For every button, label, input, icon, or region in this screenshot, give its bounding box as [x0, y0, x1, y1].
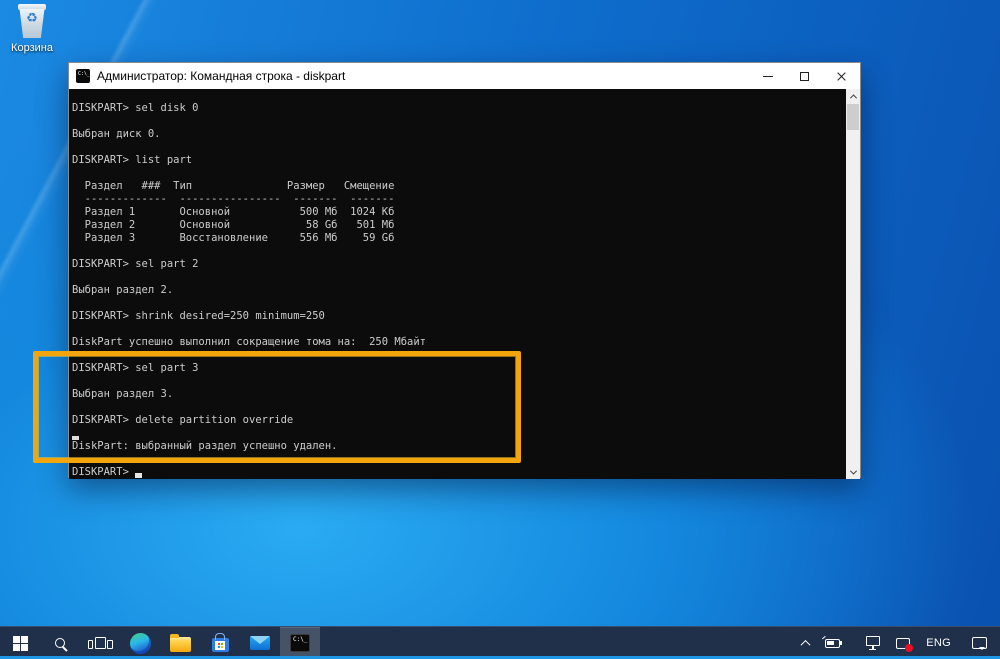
taskbar-file-explorer-button[interactable] — [160, 627, 200, 659]
close-icon — [836, 71, 847, 82]
desktop: ♻ Корзина C:\_ Администратор: Командная … — [0, 0, 1000, 659]
taskbar-edge-button[interactable] — [120, 627, 160, 659]
console-line — [72, 115, 848, 128]
window-title: Администратор: Командная строка - diskpa… — [97, 69, 345, 83]
recycle-symbol-icon: ♻ — [17, 12, 47, 25]
mail-icon — [250, 636, 270, 650]
cmd-icon: C:\_ — [290, 634, 310, 652]
red-notification-badge — [905, 644, 913, 652]
show-hidden-icons-button[interactable] — [794, 627, 817, 659]
console-line: Раздел 3 Восстановление 556 Mб 59 Gб — [72, 232, 848, 245]
remote-display-icon — [896, 638, 910, 649]
language-label: ENG — [926, 637, 951, 649]
taskbar-store-button[interactable] — [200, 627, 240, 659]
console-output[interactable]: DISKPART> sel disk 0 Выбран диск 0. DISKPA… — [69, 89, 848, 479]
console-line — [72, 141, 848, 154]
file-explorer-icon — [170, 637, 191, 652]
microsoft-store-icon — [212, 638, 229, 652]
cmd-window: C:\_ Администратор: Командная строка - d… — [68, 62, 861, 478]
minimize-icon — [763, 76, 773, 77]
console-line — [72, 401, 848, 414]
console-line: Выбран раздел 2. — [72, 284, 848, 297]
tray-app-notification-button[interactable] — [888, 627, 918, 659]
scroll-down-button[interactable] — [846, 465, 860, 479]
console-line — [72, 271, 848, 284]
task-view-button[interactable] — [80, 627, 120, 659]
window-titlebar[interactable]: C:\_ Администратор: Командная строка - d… — [69, 63, 860, 89]
chevron-up-icon — [849, 94, 856, 101]
console-line: DISKPART> sel disk 0 — [72, 102, 848, 115]
text-cursor — [72, 436, 79, 440]
search-icon — [55, 638, 65, 648]
scroll-up-button[interactable] — [846, 89, 860, 103]
console-line: DiskPart: выбранный раздел успешно удале… — [72, 440, 848, 453]
console-line: Выбран диск 0. — [72, 128, 848, 141]
console-line: DISKPART> shrink desired=250 minimum=250 — [72, 310, 848, 323]
console-line: DISKPART> list part — [72, 154, 848, 167]
console-line — [72, 375, 848, 388]
maximize-button[interactable] — [786, 63, 823, 89]
scrollbar-thumb[interactable] — [847, 104, 859, 130]
ethernet-network-icon — [866, 636, 880, 646]
console-lines: DISKPART> sel disk 0 Выбран диск 0. DISKPA… — [72, 102, 848, 479]
console-line — [72, 453, 848, 466]
console-line: Раздел 2 Основной 58 Gб 501 Mб — [72, 219, 848, 232]
console-line: DISKPART> delete partition override — [72, 414, 848, 427]
close-button[interactable] — [823, 63, 860, 89]
blinking-cursor — [135, 473, 142, 478]
battery-charging-icon — [825, 639, 840, 648]
console-line — [72, 427, 848, 440]
console-line — [72, 349, 848, 362]
start-button[interactable] — [0, 627, 40, 659]
console-line: ------------- ---------------- ------- -… — [72, 193, 848, 206]
console-line: DISKPART> sel part 3 — [72, 362, 848, 375]
network-status-button[interactable] — [858, 627, 888, 659]
taskbar-cmd-button-active[interactable]: C:\_ — [280, 627, 320, 659]
console-scrollbar[interactable] — [846, 89, 860, 479]
action-center-icon — [972, 637, 987, 649]
cmd-window-icon: C:\_ — [76, 69, 90, 83]
task-view-icon — [95, 637, 106, 649]
windows-logo-icon — [13, 636, 28, 651]
minimize-button[interactable] — [749, 63, 786, 89]
battery-charge-fill — [827, 641, 834, 646]
edge-browser-icon — [130, 633, 151, 654]
console-line — [72, 323, 848, 336]
microsoft-flag-icon — [218, 643, 220, 645]
console-line — [72, 245, 848, 258]
console-line — [72, 297, 848, 310]
chevron-down-icon — [849, 467, 856, 474]
console-line: Раздел ### Тип Размер Смещение — [72, 180, 848, 193]
taskbar: C:\_ ENG — [0, 626, 1000, 659]
console-line: Раздел 1 Основной 500 Mб 1024 Kб — [72, 206, 848, 219]
system-tray: ENG — [794, 627, 1000, 659]
action-center-button[interactable] — [959, 627, 1000, 659]
recycle-bin-icon: ♻ — [17, 4, 47, 40]
console-line: Выбран раздел 3. — [72, 388, 848, 401]
console-line: DISKPART> sel part 2 — [72, 258, 848, 271]
maximize-icon — [800, 72, 809, 81]
language-indicator-button[interactable]: ENG — [918, 627, 959, 659]
plug-icon — [822, 635, 826, 639]
taskbar-mail-button[interactable] — [240, 627, 280, 659]
battery-status-button[interactable] — [817, 627, 858, 659]
recycle-bin-label: Корзина — [8, 42, 56, 54]
chevron-up-icon — [801, 639, 811, 649]
window-controls — [749, 63, 860, 89]
console-line: DiskPart успешно выполнил сокращение том… — [72, 336, 848, 349]
store-bag-front — [215, 641, 225, 650]
recycle-bin-desktop-icon[interactable]: ♻ Корзина — [8, 4, 56, 54]
console-line: DISKPART> — [72, 466, 848, 479]
taskbar-search-button[interactable] — [40, 627, 80, 659]
console-line — [72, 167, 848, 180]
